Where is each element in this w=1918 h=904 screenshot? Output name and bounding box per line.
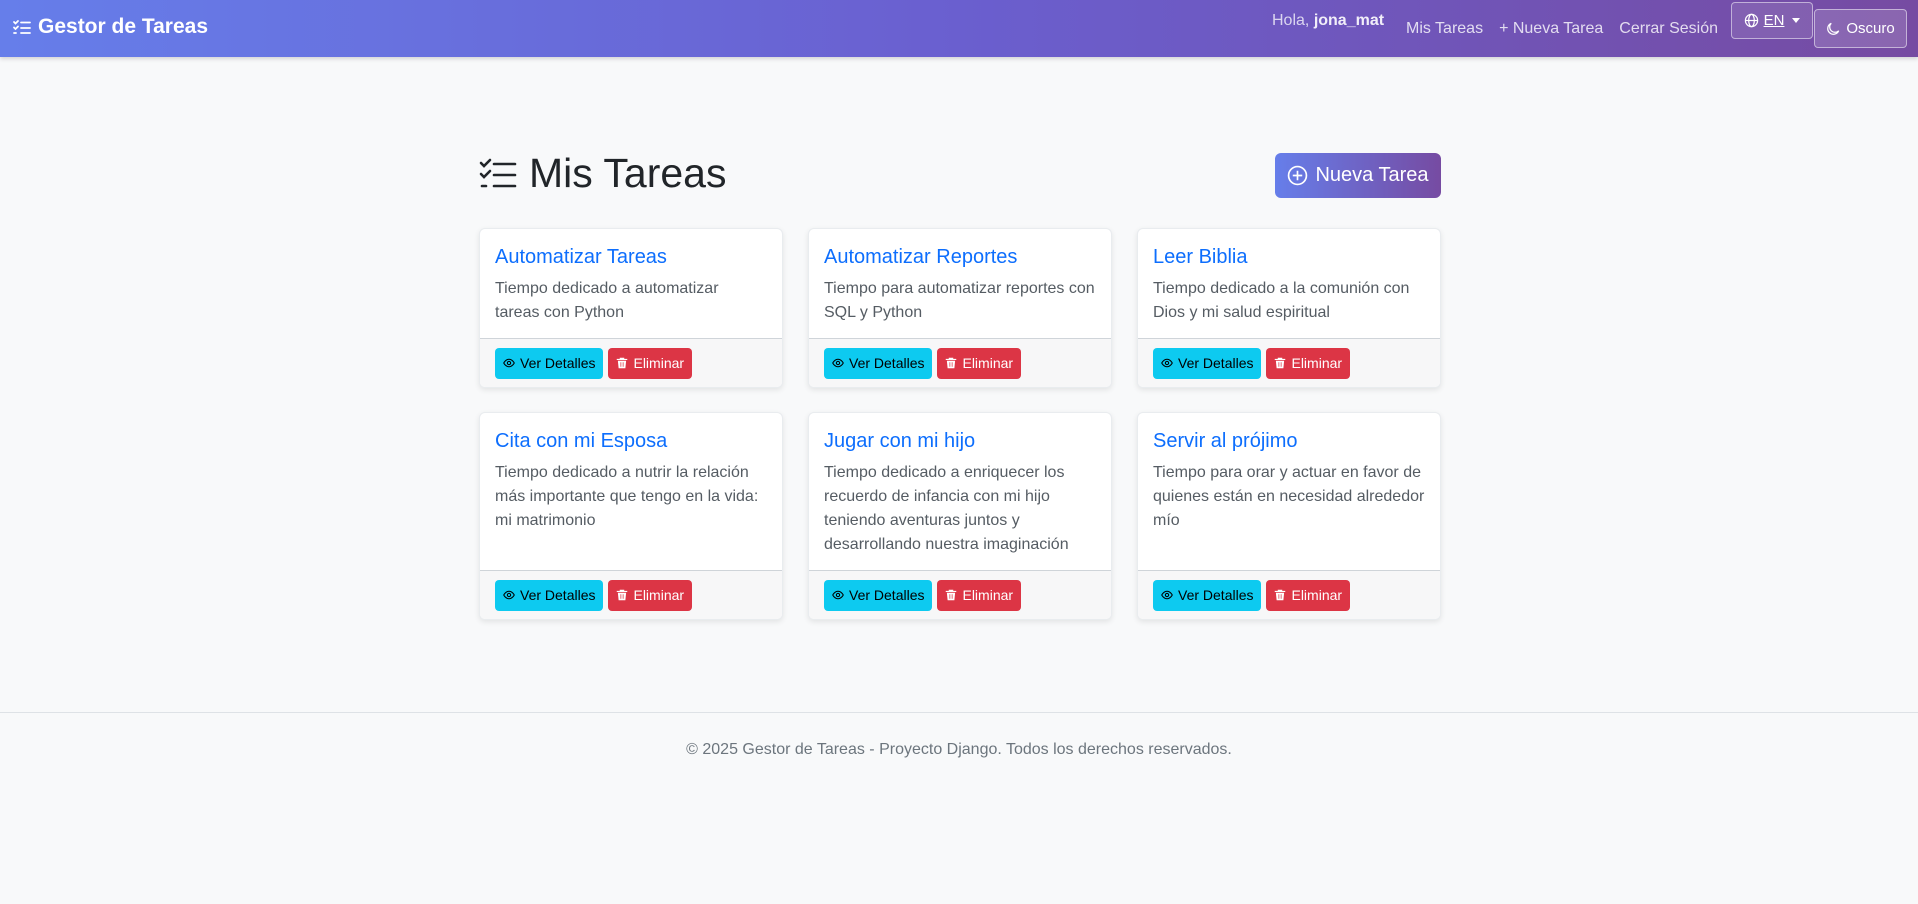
card-body: Leer Biblia Tiempo dedicado a la comunió… (1138, 229, 1440, 338)
eye-icon (1161, 590, 1173, 600)
task-grid: Automatizar Tareas Tiempo dedicado a aut… (479, 228, 1441, 620)
delete-label: Eliminar (1291, 355, 1343, 371)
task-description: Tiempo dedicado a enriquecer los recuerd… (824, 464, 1069, 553)
theme-toggle-button[interactable]: Oscuro (1814, 9, 1907, 48)
delete-button[interactable]: Eliminar (1266, 347, 1351, 379)
task-description: Tiempo dedicado a automatizar tareas con… (495, 280, 719, 321)
theme-label: Oscuro (1846, 20, 1895, 37)
view-details-label: Ver Detalles (520, 355, 596, 371)
page-title-text: Mis Tareas (529, 150, 727, 196)
trash-icon (617, 357, 628, 369)
plus-circle-icon (1288, 165, 1308, 186)
card-footer: Ver Detalles Eliminar (809, 338, 1111, 387)
delete-label: Eliminar (1291, 587, 1343, 603)
task-title[interactable]: Servir al prójimo (1153, 430, 1425, 453)
list-check-icon (479, 158, 517, 187)
task-title[interactable]: Automatizar Tareas (495, 246, 767, 269)
trash-icon (1275, 589, 1286, 601)
user-greeting: Hola, jona_mat (1272, 12, 1384, 30)
view-details-button[interactable]: Ver Detalles (824, 347, 933, 379)
delete-label: Eliminar (962, 355, 1014, 371)
card-footer: Ver Detalles Eliminar (809, 570, 1111, 619)
eye-icon (503, 358, 515, 368)
list-check-icon (13, 20, 31, 34)
view-details-label: Ver Detalles (1178, 587, 1254, 603)
page-footer: © 2025 Gestor de Tareas - Proyecto Djang… (0, 712, 1918, 904)
delete-button[interactable]: Eliminar (937, 347, 1022, 379)
view-details-button[interactable]: Ver Detalles (1153, 579, 1262, 611)
task-description: Tiempo para automatizar reportes con SQL… (824, 280, 1095, 321)
greeting-prefix: Hola, (1272, 12, 1310, 29)
delete-button[interactable]: Eliminar (1266, 579, 1351, 611)
new-task-label: Nueva Tarea (1315, 164, 1429, 186)
view-details-label: Ver Detalles (1178, 355, 1254, 371)
view-details-label: Ver Detalles (849, 587, 925, 603)
trash-icon (946, 357, 957, 369)
language-code: EN (1763, 12, 1785, 29)
view-details-label: Ver Detalles (849, 355, 925, 371)
trash-icon (617, 589, 628, 601)
view-details-button[interactable]: Ver Detalles (824, 579, 933, 611)
task-card: Automatizar Reportes Tiempo para automat… (808, 228, 1112, 388)
view-details-button[interactable]: Ver Detalles (495, 347, 604, 379)
nav-link-logout[interactable]: Cerrar Sesión (1619, 20, 1718, 38)
delete-label: Eliminar (633, 355, 685, 371)
view-details-button[interactable]: Ver Detalles (495, 579, 604, 611)
task-title[interactable]: Leer Biblia (1153, 246, 1425, 269)
brand-label: Gestor de Tareas (38, 15, 209, 38)
card-body: Automatizar Reportes Tiempo para automat… (809, 229, 1111, 338)
task-description: Tiempo dedicado a nutrir la relación más… (495, 464, 759, 529)
trash-icon (946, 589, 957, 601)
task-description: Tiempo para orar y actuar en favor de qu… (1153, 464, 1425, 529)
card-body: Servir al prójimo Tiempo para orar y act… (1138, 413, 1440, 570)
task-card: Leer Biblia Tiempo dedicado a la comunió… (1137, 228, 1441, 388)
new-task-button[interactable]: Nueva Tarea (1275, 153, 1441, 198)
eye-icon (1161, 358, 1173, 368)
delete-label: Eliminar (962, 587, 1014, 603)
page-title: Mis Tareas (479, 150, 726, 197)
card-footer: Ver Detalles Eliminar (1138, 570, 1440, 619)
card-footer: Ver Detalles Eliminar (1138, 338, 1440, 387)
trash-icon (1275, 357, 1286, 369)
delete-button[interactable]: Eliminar (937, 579, 1022, 611)
page-header: Mis Tareas Nueva Tarea (479, 150, 1441, 200)
nav-link-my-tasks[interactable]: Mis Tareas (1406, 20, 1483, 38)
nav-links: Mis Tareas + Nueva Tarea Cerrar Sesión (1406, 20, 1718, 38)
card-body: Cita con mi Esposa Tiempo dedicado a nut… (480, 413, 782, 570)
eye-icon (832, 358, 844, 368)
eye-icon (832, 590, 844, 600)
task-title[interactable]: Automatizar Reportes (824, 246, 1096, 269)
delete-label: Eliminar (633, 587, 685, 603)
chevron-down-icon (1792, 18, 1801, 23)
task-card: Servir al prójimo Tiempo para orar y act… (1137, 412, 1441, 620)
delete-button[interactable]: Eliminar (608, 579, 693, 611)
card-body: Jugar con mi hijo Tiempo dedicado a enri… (809, 413, 1111, 570)
moon-icon (1827, 22, 1840, 35)
task-card: Automatizar Tareas Tiempo dedicado a aut… (479, 228, 783, 388)
view-details-label: Ver Detalles (520, 587, 596, 603)
task-title[interactable]: Cita con mi Esposa (495, 430, 767, 453)
task-description: Tiempo dedicado a la comunión con Dios y… (1153, 280, 1410, 321)
eye-icon (503, 590, 515, 600)
task-card: Jugar con mi hijo Tiempo dedicado a enri… (808, 412, 1112, 620)
username: jona_mat (1313, 12, 1385, 29)
card-footer: Ver Detalles Eliminar (480, 338, 782, 387)
nav-link-new-task[interactable]: + Nueva Tarea (1499, 20, 1603, 38)
globe-icon (1744, 13, 1758, 28)
navbar: Gestor de Tareas Hola, jona_mat Mis Tare… (0, 0, 1918, 57)
language-dropdown[interactable]: EN (1731, 2, 1813, 39)
card-body: Automatizar Tareas Tiempo dedicado a aut… (480, 229, 782, 338)
task-title[interactable]: Jugar con mi hijo (824, 430, 1096, 453)
delete-button[interactable]: Eliminar (608, 347, 693, 379)
view-details-button[interactable]: Ver Detalles (1153, 347, 1262, 379)
card-footer: Ver Detalles Eliminar (480, 570, 782, 619)
task-card: Cita con mi Esposa Tiempo dedicado a nut… (479, 412, 783, 620)
footer-copyright: © 2025 Gestor de Tareas - Proyecto Djang… (686, 741, 1232, 758)
brand-link[interactable]: Gestor de Tareas (12, 15, 208, 39)
